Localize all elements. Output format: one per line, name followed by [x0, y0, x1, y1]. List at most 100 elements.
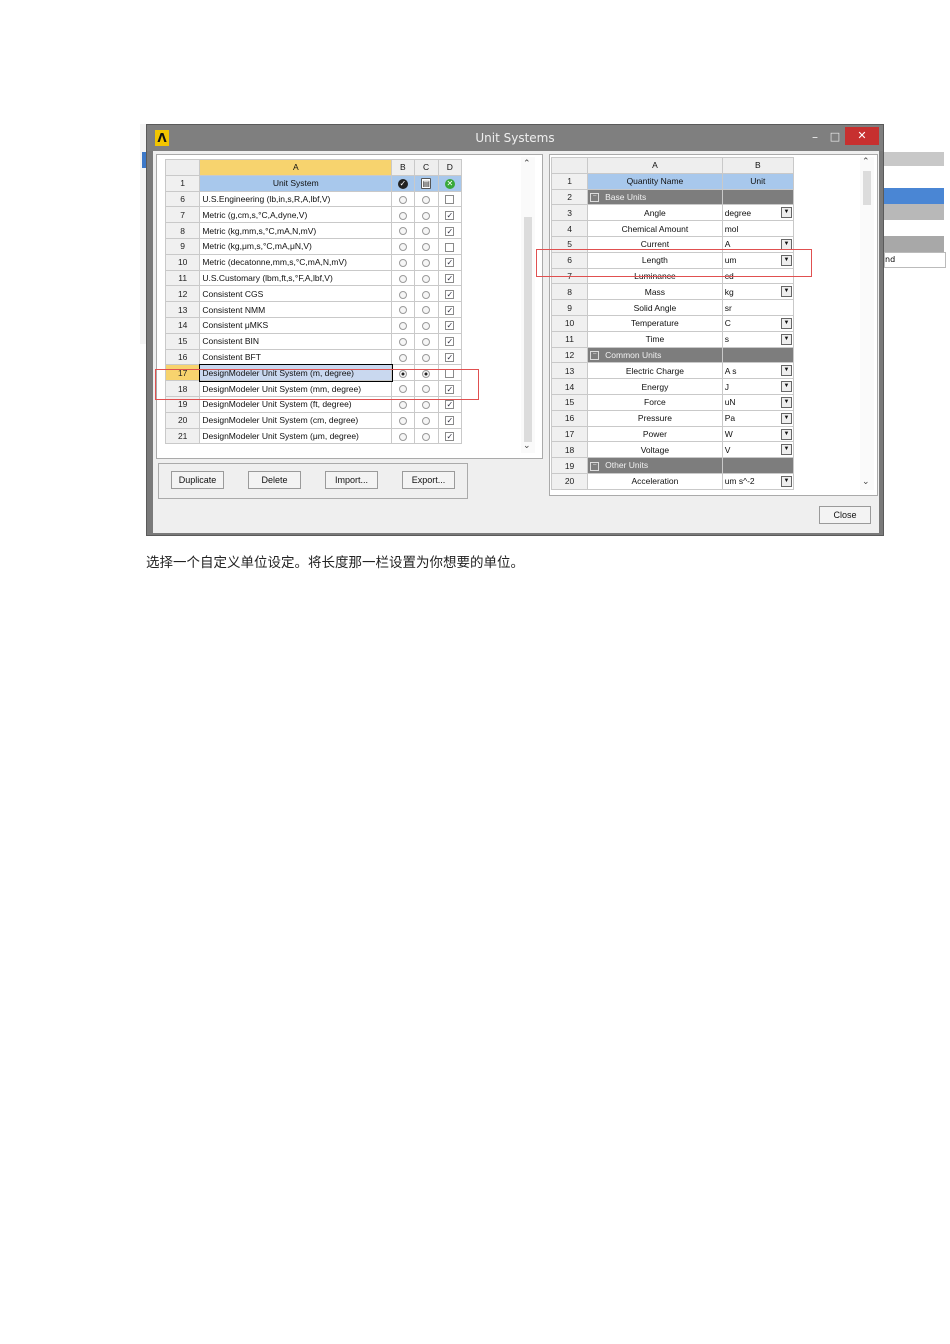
- radio-button[interactable]: [422, 306, 431, 315]
- unit-system-name[interactable]: Metric (kg,μm,s,°C,mA,μN,V): [199, 237, 393, 255]
- radio-button[interactable]: [422, 195, 431, 204]
- table-row[interactable]: 14 Energy J ▼: [550, 378, 795, 395]
- radio-button[interactable]: [422, 211, 431, 220]
- radio-button[interactable]: [422, 353, 431, 362]
- table-row[interactable]: 18 Voltage V ▼: [550, 441, 795, 459]
- table-row[interactable]: 16 Consistent BFT ✓: [164, 348, 463, 366]
- title-bar[interactable]: Λ Unit Systems – □ ✕: [147, 125, 883, 151]
- units-column-header-a[interactable]: A: [587, 157, 723, 174]
- dropdown-arrow-icon[interactable]: ▼: [781, 381, 792, 393]
- unit-cell[interactable]: uN ▼: [721, 393, 795, 411]
- unit-cell[interactable]: J ▼: [721, 378, 795, 395]
- radio-button[interactable]: [398, 337, 407, 346]
- collapse-icon[interactable]: −: [590, 193, 600, 203]
- unit-system-name[interactable]: U.S.Engineering (lb,in,s,R,A,lbf,V): [199, 190, 393, 208]
- radio-button[interactable]: [398, 432, 407, 441]
- unit-cell[interactable]: V ▼: [721, 441, 795, 459]
- radio-button[interactable]: [422, 258, 431, 267]
- unit-system-name[interactable]: U.S.Customary (lbm,ft,s,°F,A,lbf,V): [199, 269, 393, 287]
- checkbox[interactable]: ✓: [445, 337, 455, 347]
- scrollbar-thumb[interactable]: [863, 171, 871, 205]
- right-scrollbar[interactable]: ⌃ ⌄: [860, 157, 874, 490]
- checkbox[interactable]: ✓: [445, 210, 455, 220]
- checkbox[interactable]: ✓: [445, 400, 455, 410]
- unit-cell[interactable]: W ▼: [721, 425, 795, 443]
- dropdown-arrow-icon[interactable]: ▼: [781, 286, 792, 298]
- unit-cell[interactable]: um s^-2 ▼: [721, 472, 795, 490]
- checkbox[interactable]: ✓: [445, 416, 455, 426]
- minimize-icon[interactable]: –: [807, 129, 823, 145]
- checkbox[interactable]: ✓: [445, 353, 455, 363]
- checkbox[interactable]: ✓: [445, 289, 455, 299]
- table-row[interactable]: 10 Temperature C ▼: [550, 314, 795, 332]
- close-button[interactable]: Close: [819, 506, 871, 524]
- checkbox[interactable]: ✓: [445, 274, 455, 284]
- unit-cell[interactable]: A s ▼: [721, 362, 795, 380]
- checkbox[interactable]: [445, 242, 455, 252]
- dropdown-arrow-icon[interactable]: ▼: [781, 317, 792, 329]
- table-row[interactable]: 14 Consistent μMKS ✓: [164, 316, 463, 334]
- close-window-button[interactable]: ✕: [845, 127, 879, 145]
- checkbox[interactable]: ✓: [445, 321, 455, 331]
- import-button[interactable]: Import...: [325, 471, 378, 489]
- unit-system-name[interactable]: Consistent μMKS: [199, 316, 393, 334]
- table-row[interactable]: 15 Force uN ▼: [550, 393, 795, 411]
- column-header-d[interactable]: D: [437, 159, 463, 176]
- radio-button[interactable]: [398, 258, 407, 267]
- group-row[interactable]: 2− Base Units: [550, 188, 795, 206]
- radio-button[interactable]: [422, 416, 431, 425]
- unit-system-name[interactable]: Consistent NMM: [199, 301, 393, 318]
- radio-button[interactable]: [398, 401, 407, 410]
- delete-button[interactable]: Delete: [248, 471, 301, 489]
- scroll-up-icon[interactable]: ⌃: [862, 157, 870, 167]
- radio-button[interactable]: [398, 243, 407, 252]
- units-column-header-b[interactable]: B: [721, 157, 795, 174]
- table-row[interactable]: 10 Metric (decatonne,mm,s,°C,mA,N,mV) ✓: [164, 253, 463, 271]
- table-row[interactable]: 12 Consistent CGS ✓: [164, 285, 463, 303]
- unit-system-name[interactable]: Consistent CGS: [199, 285, 393, 303]
- radio-button[interactable]: [422, 337, 431, 346]
- dropdown-arrow-icon[interactable]: ▼: [781, 333, 792, 345]
- unit-system-name[interactable]: DesignModeler Unit System (μm, degree): [199, 427, 393, 445]
- radio-button[interactable]: [422, 322, 431, 331]
- collapse-icon[interactable]: −: [590, 351, 600, 361]
- unit-system-name[interactable]: Metric (decatonne,mm,s,°C,mA,N,mV): [199, 253, 393, 271]
- dropdown-arrow-icon[interactable]: ▼: [781, 207, 792, 219]
- dropdown-arrow-icon[interactable]: ▼: [781, 444, 792, 456]
- unit-cell[interactable]: degree ▼: [721, 204, 795, 222]
- dropdown-arrow-icon[interactable]: ▼: [781, 475, 792, 487]
- radio-button[interactable]: [398, 322, 407, 331]
- table-row[interactable]: 17 Power W ▼: [550, 425, 795, 443]
- dropdown-arrow-icon[interactable]: ▼: [781, 396, 792, 408]
- unit-system-name[interactable]: Consistent BIN: [199, 332, 393, 350]
- group-row[interactable]: 12− Common Units: [550, 346, 795, 364]
- checkbox[interactable]: ✓: [445, 226, 455, 236]
- unit-system-name[interactable]: Metric (g,cm,s,°C,A,dyne,V): [199, 206, 393, 224]
- table-row[interactable]: 9 Metric (kg,μm,s,°C,mA,μN,V): [164, 237, 463, 255]
- radio-button[interactable]: [422, 227, 431, 236]
- scroll-down-icon[interactable]: ⌄: [523, 441, 531, 451]
- table-row[interactable]: 8 Mass kg ▼: [550, 283, 795, 301]
- unit-system-name[interactable]: Metric (kg,mm,s,°C,mA,N,mV): [199, 222, 393, 239]
- radio-button[interactable]: [422, 243, 431, 252]
- unit-cell[interactable]: sr: [721, 299, 795, 316]
- export-button[interactable]: Export...: [402, 471, 455, 489]
- table-row[interactable]: 3 Angle degree ▼: [550, 204, 795, 222]
- checkbox[interactable]: [445, 195, 455, 205]
- radio-button[interactable]: [398, 195, 407, 204]
- unit-cell[interactable]: kg ▼: [721, 283, 795, 301]
- table-row[interactable]: 4 Chemical Amount mol: [550, 220, 795, 237]
- radio-button[interactable]: [398, 353, 407, 362]
- group-row[interactable]: 19− Other Units: [550, 457, 795, 474]
- radio-button[interactable]: [422, 401, 431, 410]
- checkbox[interactable]: ✓: [445, 305, 455, 315]
- table-row[interactable]: 20 Acceleration um s^-2 ▼: [550, 472, 795, 490]
- table-row[interactable]: 13 Consistent NMM ✓: [164, 301, 463, 318]
- table-row[interactable]: 6 U.S.Engineering (lb,in,s,R,A,lbf,V): [164, 190, 463, 208]
- column-header-a[interactable]: A: [199, 159, 393, 176]
- column-header-b[interactable]: B: [391, 159, 415, 176]
- unit-system-name[interactable]: Consistent BFT: [199, 348, 393, 366]
- unit-cell[interactable]: Pa ▼: [721, 409, 795, 427]
- radio-button[interactable]: [398, 306, 407, 315]
- unit-cell[interactable]: mol: [721, 220, 795, 237]
